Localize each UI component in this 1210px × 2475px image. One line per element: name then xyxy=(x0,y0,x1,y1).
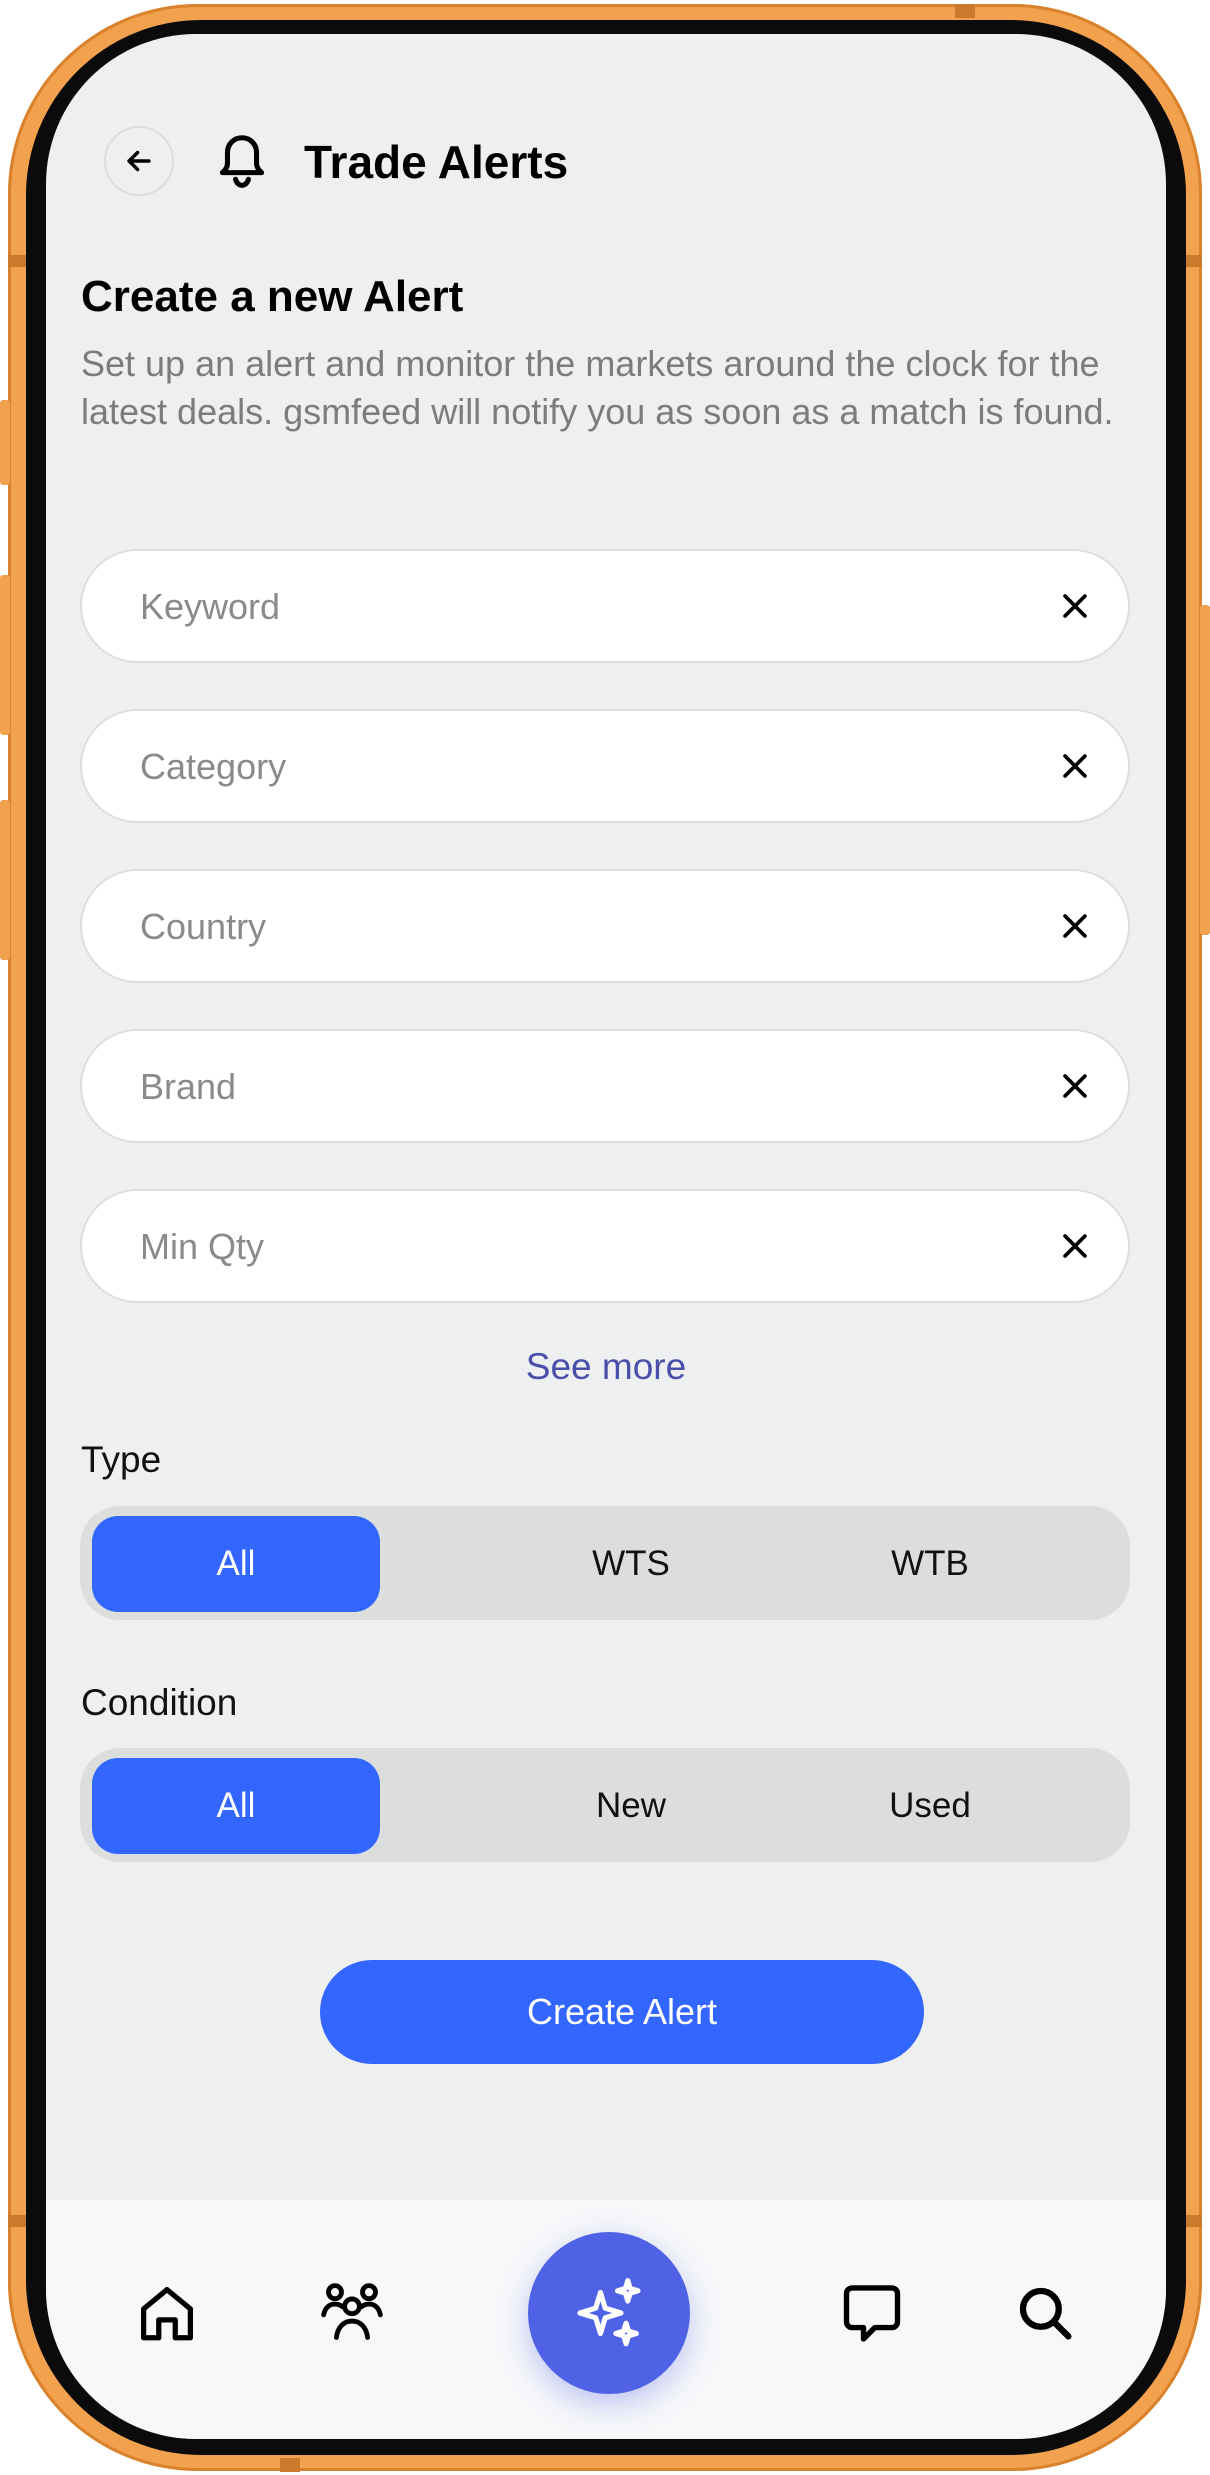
condition-segmented-control: All New Used xyxy=(80,1748,1130,1862)
ai-assistant-button[interactable] xyxy=(528,2232,690,2394)
antenna-band xyxy=(280,2458,300,2472)
close-icon[interactable] xyxy=(1058,749,1092,783)
keyword-field xyxy=(80,549,1130,663)
category-field xyxy=(80,709,1130,823)
antenna-band xyxy=(1184,255,1202,267)
close-icon[interactable] xyxy=(1058,909,1092,943)
condition-option-used[interactable]: Used xyxy=(786,1758,1074,1854)
arrow-left-icon xyxy=(127,150,151,172)
country-field xyxy=(80,869,1130,983)
phone-side-button xyxy=(0,575,10,735)
brand-field xyxy=(80,1029,1130,1143)
category-input[interactable] xyxy=(138,711,992,823)
create-alert-button[interactable]: Create Alert xyxy=(320,1960,924,2064)
sparkles-icon xyxy=(577,2277,641,2347)
bell-icon xyxy=(219,135,265,188)
people-icon xyxy=(321,2283,383,2340)
type-option-all[interactable]: All xyxy=(92,1516,380,1612)
type-option-wtb[interactable]: WTB xyxy=(786,1516,1074,1612)
app-screen: Trade Alerts Create a new Alert Set up a… xyxy=(46,34,1166,2439)
page-title: Create a new Alert xyxy=(81,272,464,321)
close-icon[interactable] xyxy=(1058,589,1092,623)
condition-option-new[interactable]: New xyxy=(487,1758,775,1854)
type-segmented-control: All WTS WTB xyxy=(80,1506,1130,1620)
country-input[interactable] xyxy=(138,871,992,983)
antenna-band xyxy=(1184,2215,1202,2227)
brand-input[interactable] xyxy=(138,1031,992,1143)
nav-home[interactable] xyxy=(134,2280,200,2346)
keyword-input[interactable] xyxy=(138,551,992,663)
chat-icon xyxy=(843,2285,901,2342)
phone-side-button xyxy=(1200,605,1210,935)
see-more-link[interactable]: See more xyxy=(46,1346,1166,1388)
type-option-wts[interactable]: WTS xyxy=(487,1516,775,1612)
back-button[interactable] xyxy=(104,126,174,196)
home-icon xyxy=(141,2287,193,2341)
antenna-band xyxy=(955,4,975,18)
antenna-band xyxy=(8,255,26,267)
nav-messages[interactable] xyxy=(838,2278,906,2346)
page-subtitle: Set up an alert and monitor the markets … xyxy=(81,343,1114,432)
nav-search[interactable] xyxy=(1012,2280,1078,2346)
page-header-title: Trade Alerts xyxy=(304,136,569,188)
condition-option-all[interactable]: All xyxy=(92,1758,380,1854)
type-label: Type xyxy=(81,1439,162,1480)
search-icon xyxy=(1019,2287,1072,2340)
nav-community[interactable] xyxy=(318,2278,386,2346)
phone-side-button xyxy=(0,400,10,485)
header: Trade Alerts xyxy=(46,96,1166,226)
phone-side-button xyxy=(0,800,10,960)
condition-label: Condition xyxy=(81,1682,238,1723)
close-icon[interactable] xyxy=(1058,1229,1092,1263)
min-qty-input[interactable] xyxy=(138,1191,992,1303)
antenna-band xyxy=(8,2215,26,2227)
min-qty-field xyxy=(80,1189,1130,1303)
close-icon[interactable] xyxy=(1058,1069,1092,1103)
